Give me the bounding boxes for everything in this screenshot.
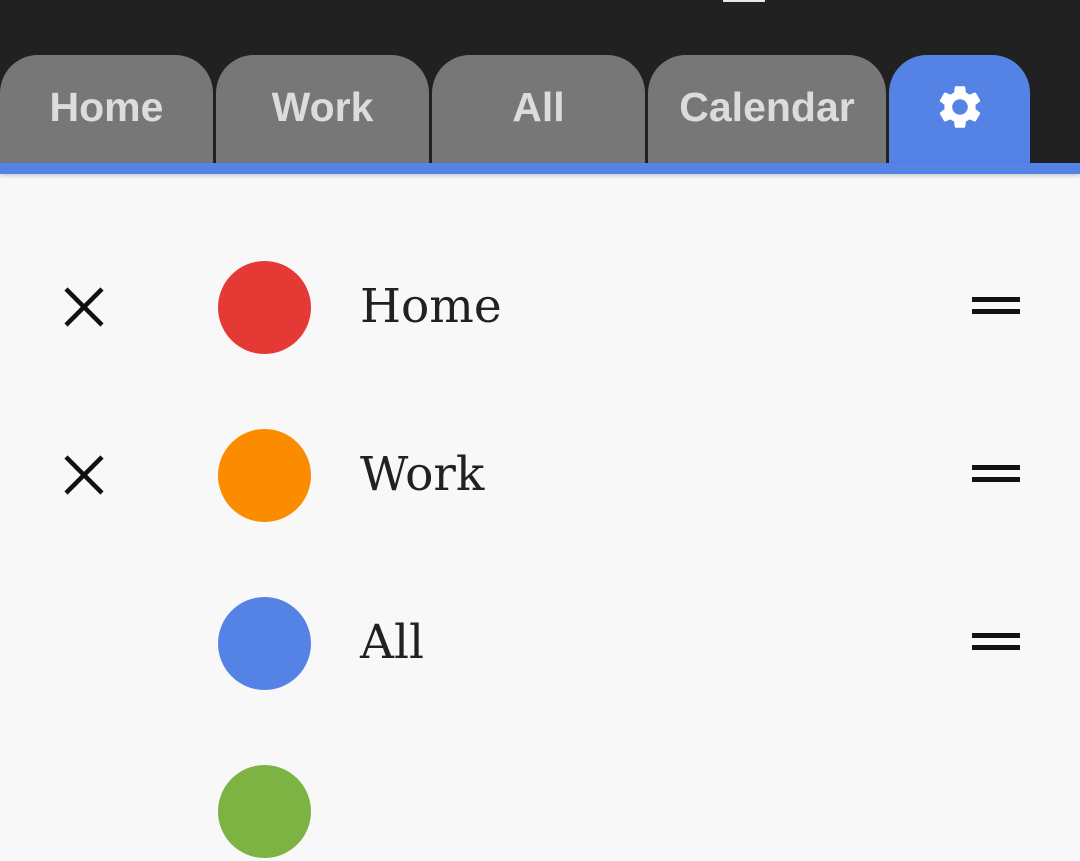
category-color-dot[interactable] <box>218 765 311 858</box>
drag-handle-icon[interactable] <box>972 297 1020 317</box>
category-row-home: Home <box>0 257 1080 357</box>
category-label: Home <box>360 279 502 334</box>
category-label: Work <box>360 447 485 502</box>
drag-handle-icon[interactable] <box>972 465 1020 485</box>
tab-calendar[interactable]: Calendar <box>648 55 886 163</box>
category-row-partial <box>0 761 1080 861</box>
status-bar-indicator <box>723 0 765 2</box>
tab-home-label: Home <box>49 83 164 130</box>
tab-all[interactable]: All <box>432 55 645 163</box>
close-icon[interactable] <box>63 454 105 496</box>
category-color-dot[interactable] <box>218 597 311 690</box>
tab-work[interactable]: Work <box>216 55 429 163</box>
category-label: All <box>360 615 425 670</box>
gear-icon <box>939 86 980 128</box>
close-icon[interactable] <box>63 286 105 328</box>
tab-home[interactable]: Home <box>0 55 213 163</box>
category-color-dot[interactable] <box>218 429 311 522</box>
top-app-bar: Home Work All Calendar <box>0 0 1080 163</box>
tab-work-label: Work <box>271 83 374 130</box>
drag-handle-icon[interactable] <box>972 633 1020 653</box>
category-row-all: All <box>0 593 1080 693</box>
category-row-work: Work <box>0 425 1080 525</box>
tab-all-label: All <box>512 83 565 130</box>
tab-indicator-bar <box>0 163 1080 174</box>
category-color-dot[interactable] <box>218 261 311 354</box>
tab-calendar-label: Calendar <box>679 83 855 130</box>
tab-settings[interactable] <box>889 55 1030 163</box>
